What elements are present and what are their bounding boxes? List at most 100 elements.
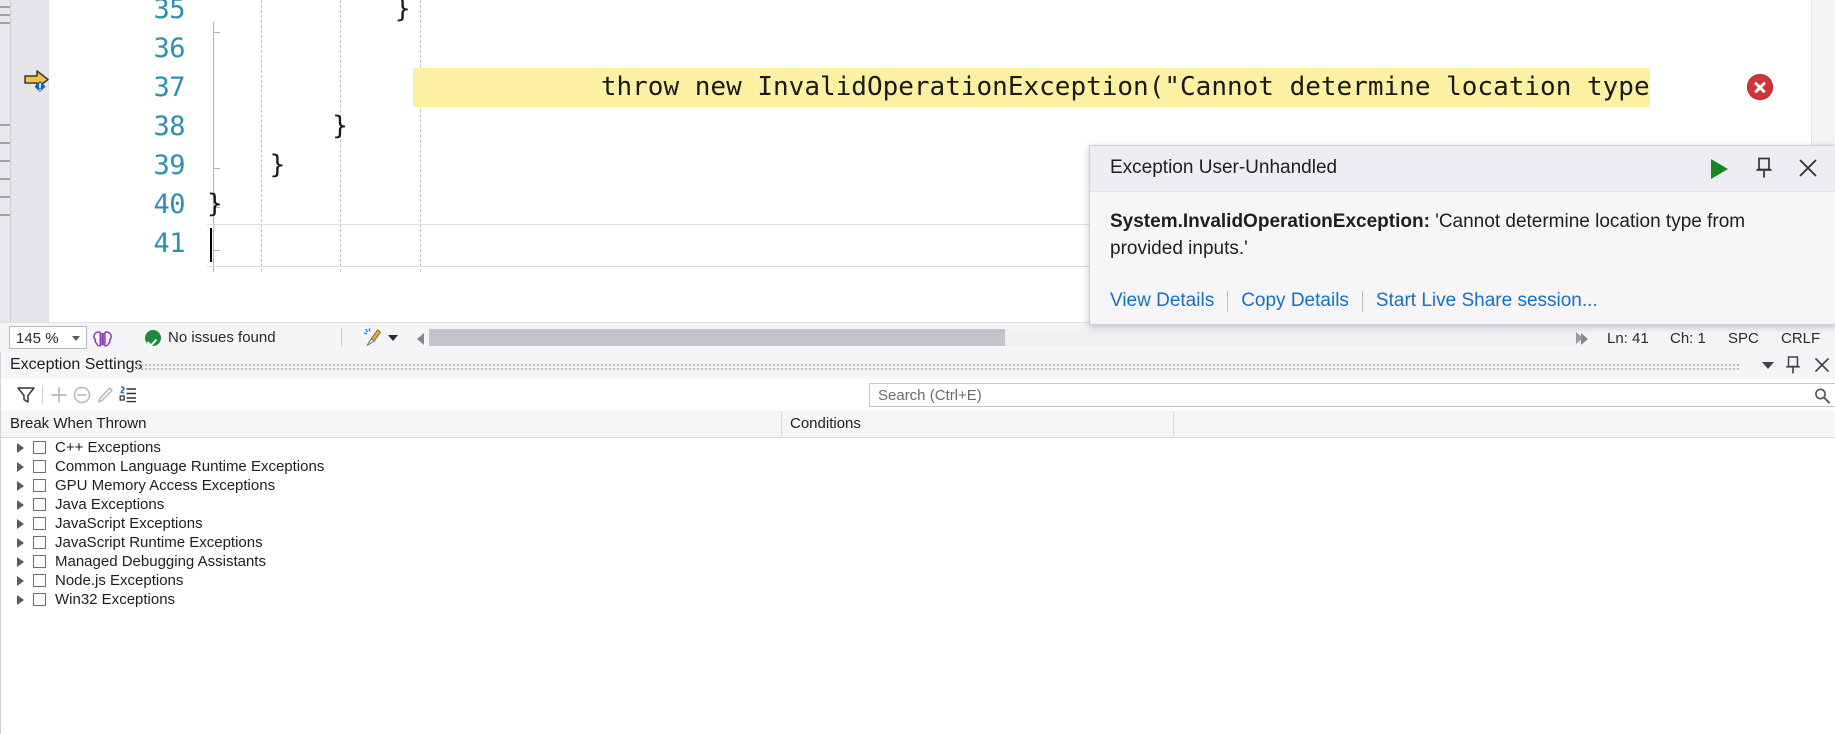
chevron-right-icon[interactable] <box>17 537 24 548</box>
break-when-thrown-checkbox[interactable] <box>33 460 46 473</box>
tree-row-label: JavaScript Exceptions <box>55 515 203 532</box>
filter-funnel-icon[interactable] <box>15 384 37 406</box>
break-when-thrown-checkbox[interactable] <box>33 574 46 587</box>
tree-row[interactable]: JavaScript Runtime Exceptions <box>1 533 1835 552</box>
break-when-thrown-checkbox[interactable] <box>33 593 46 606</box>
chevron-right-icon[interactable] <box>17 442 24 453</box>
panel-title: Exception Settings <box>10 356 143 373</box>
continue-play-icon[interactable] <box>1706 153 1734 183</box>
tree-row-label: JavaScript Runtime Exceptions <box>55 534 263 551</box>
tree-row[interactable]: Common Language Runtime Exceptions <box>1 457 1835 476</box>
column-separator[interactable] <box>1173 411 1174 437</box>
tree-row-label: Common Language Runtime Exceptions <box>55 458 325 475</box>
exception-categories-tree[interactable]: C++ Exceptions Common Language Runtime E… <box>1 438 1835 734</box>
tree-row-label: Managed Debugging Assistants <box>55 553 266 570</box>
exception-settings-panel: Exception Settings Search (Ctrl+E) Break… <box>0 352 1835 734</box>
break-when-thrown-checkbox[interactable] <box>33 441 46 454</box>
tree-row[interactable]: JavaScript Exceptions <box>1 514 1835 533</box>
pin-icon[interactable] <box>1784 355 1802 375</box>
chevron-right-icon[interactable] <box>17 480 24 491</box>
exception-popup-links: View Details Copy Details Start Live Sha… <box>1110 290 1598 312</box>
panel-titlebar-actions <box>1762 355 1832 375</box>
view-details-link[interactable]: View Details <box>1110 290 1214 312</box>
editor-status-bar: 145 % No issues found Ln: 41 Ch: 1 SPC C… <box>0 322 1835 354</box>
chevron-down-icon <box>72 336 80 341</box>
overflow-arrow-icon[interactable] <box>1576 332 1583 344</box>
start-live-share-link[interactable]: Start Live Share session... <box>1376 290 1598 312</box>
chevron-right-icon[interactable] <box>17 499 24 510</box>
tree-row[interactable]: Node.js Exceptions <box>1 571 1835 590</box>
chevron-right-icon[interactable] <box>17 518 24 529</box>
restore-defaults-list-icon[interactable] <box>117 384 139 406</box>
break-when-thrown-checkbox[interactable] <box>33 479 46 492</box>
exception-helper-popup[interactable]: Exception User-Unhandled System.InvalidO… <box>1089 145 1835 325</box>
line-number: 40 <box>153 189 185 220</box>
tree-row-label: C++ Exceptions <box>55 439 161 456</box>
chevron-right-icon[interactable] <box>17 594 24 605</box>
tree-row-label: Win32 Exceptions <box>55 591 176 608</box>
tree-row[interactable]: Java Exceptions <box>1 495 1835 514</box>
scroll-left-arrow-icon[interactable] <box>417 333 424 345</box>
chevron-right-icon[interactable] <box>17 556 24 567</box>
zoom-level-value: 145 % <box>16 330 59 347</box>
chevron-right-icon[interactable] <box>17 461 24 472</box>
code-line-40[interactable]: } <box>207 185 223 224</box>
remove-icon[interactable] <box>71 384 93 406</box>
copy-details-link[interactable]: Copy Details <box>1241 290 1349 312</box>
exception-popup-header: Exception User-Unhandled <box>1090 146 1835 192</box>
pin-icon[interactable] <box>1750 153 1778 183</box>
code-cleanup-chevron-down-icon[interactable] <box>388 335 398 341</box>
tree-row[interactable]: Win32 Exceptions <box>1 590 1835 609</box>
code-line-35[interactable]: } <box>207 0 411 29</box>
break-when-thrown-checkbox[interactable] <box>33 536 46 549</box>
editor-left-edge-strip <box>0 0 11 322</box>
exception-popup-body: System.InvalidOperationException: 'Canno… <box>1090 192 1835 324</box>
line-number: 35 <box>153 0 185 25</box>
horizontal-scrollbar-thumb[interactable] <box>429 329 1005 346</box>
exception-type: System.InvalidOperationException: <box>1110 211 1430 232</box>
line-number: 36 <box>153 33 185 64</box>
breakpoint-gutter[interactable] <box>11 0 49 322</box>
tree-row-label: GPU Memory Access Exceptions <box>55 477 276 494</box>
tree-row[interactable]: C++ Exceptions <box>1 438 1835 457</box>
status-divider <box>341 328 342 347</box>
link-separator <box>1361 290 1363 312</box>
panel-drag-grip[interactable] <box>136 363 1741 370</box>
line-number: 38 <box>153 111 185 142</box>
grid-column-headers: Break When Thrown Conditions <box>1 411 1835 438</box>
column-header-conditions[interactable]: Conditions <box>790 415 861 432</box>
editor-horizontal-scrollbar[interactable] <box>415 325 1590 350</box>
break-when-thrown-checkbox[interactable] <box>33 498 46 511</box>
toolbar-separator <box>42 385 43 404</box>
column-separator[interactable] <box>781 411 782 437</box>
close-icon[interactable] <box>1794 153 1822 183</box>
code-line-38[interactable]: } <box>207 107 348 146</box>
chevron-down-icon[interactable] <box>1762 361 1774 369</box>
broom-icon[interactable] <box>363 327 385 349</box>
exception-message: System.InvalidOperationException: 'Canno… <box>1110 208 1750 262</box>
line-ending-indicator[interactable]: CRLF <box>1781 330 1835 347</box>
panel-titlebar[interactable]: Exception Settings <box>1 352 1835 379</box>
code-line-39[interactable]: } <box>207 146 286 185</box>
code-line-37[interactable]: throw new InvalidOperationException("Can… <box>413 68 1650 107</box>
line-number: 39 <box>153 150 185 181</box>
column-header-break-when-thrown[interactable]: Break When Thrown <box>10 415 146 432</box>
close-icon[interactable] <box>1812 355 1832 375</box>
line-indicator: Ln: 41 <box>1607 329 1649 347</box>
intellicode-brain-icon[interactable] <box>92 328 114 349</box>
zoom-level-dropdown[interactable]: 145 % <box>9 326 87 349</box>
search-magnifier-icon[interactable] <box>1813 387 1831 405</box>
tree-row[interactable]: GPU Memory Access Exceptions <box>1 476 1835 495</box>
edit-pencil-icon[interactable] <box>94 384 116 406</box>
break-when-thrown-checkbox[interactable] <box>33 517 46 530</box>
spaces-indicator[interactable]: SPC <box>1728 330 1781 347</box>
chevron-right-icon[interactable] <box>17 575 24 586</box>
break-when-thrown-checkbox[interactable] <box>33 555 46 568</box>
exception-popup-actions <box>1706 153 1822 183</box>
search-input[interactable]: Search (Ctrl+E) <box>869 383 1835 407</box>
issues-status-text: No issues found <box>168 329 276 346</box>
error-circle-icon[interactable] <box>1747 74 1773 100</box>
add-icon[interactable] <box>48 384 70 406</box>
tree-row[interactable]: Managed Debugging Assistants <box>1 552 1835 571</box>
panel-toolbar: Search (Ctrl+E) <box>1 379 1835 412</box>
